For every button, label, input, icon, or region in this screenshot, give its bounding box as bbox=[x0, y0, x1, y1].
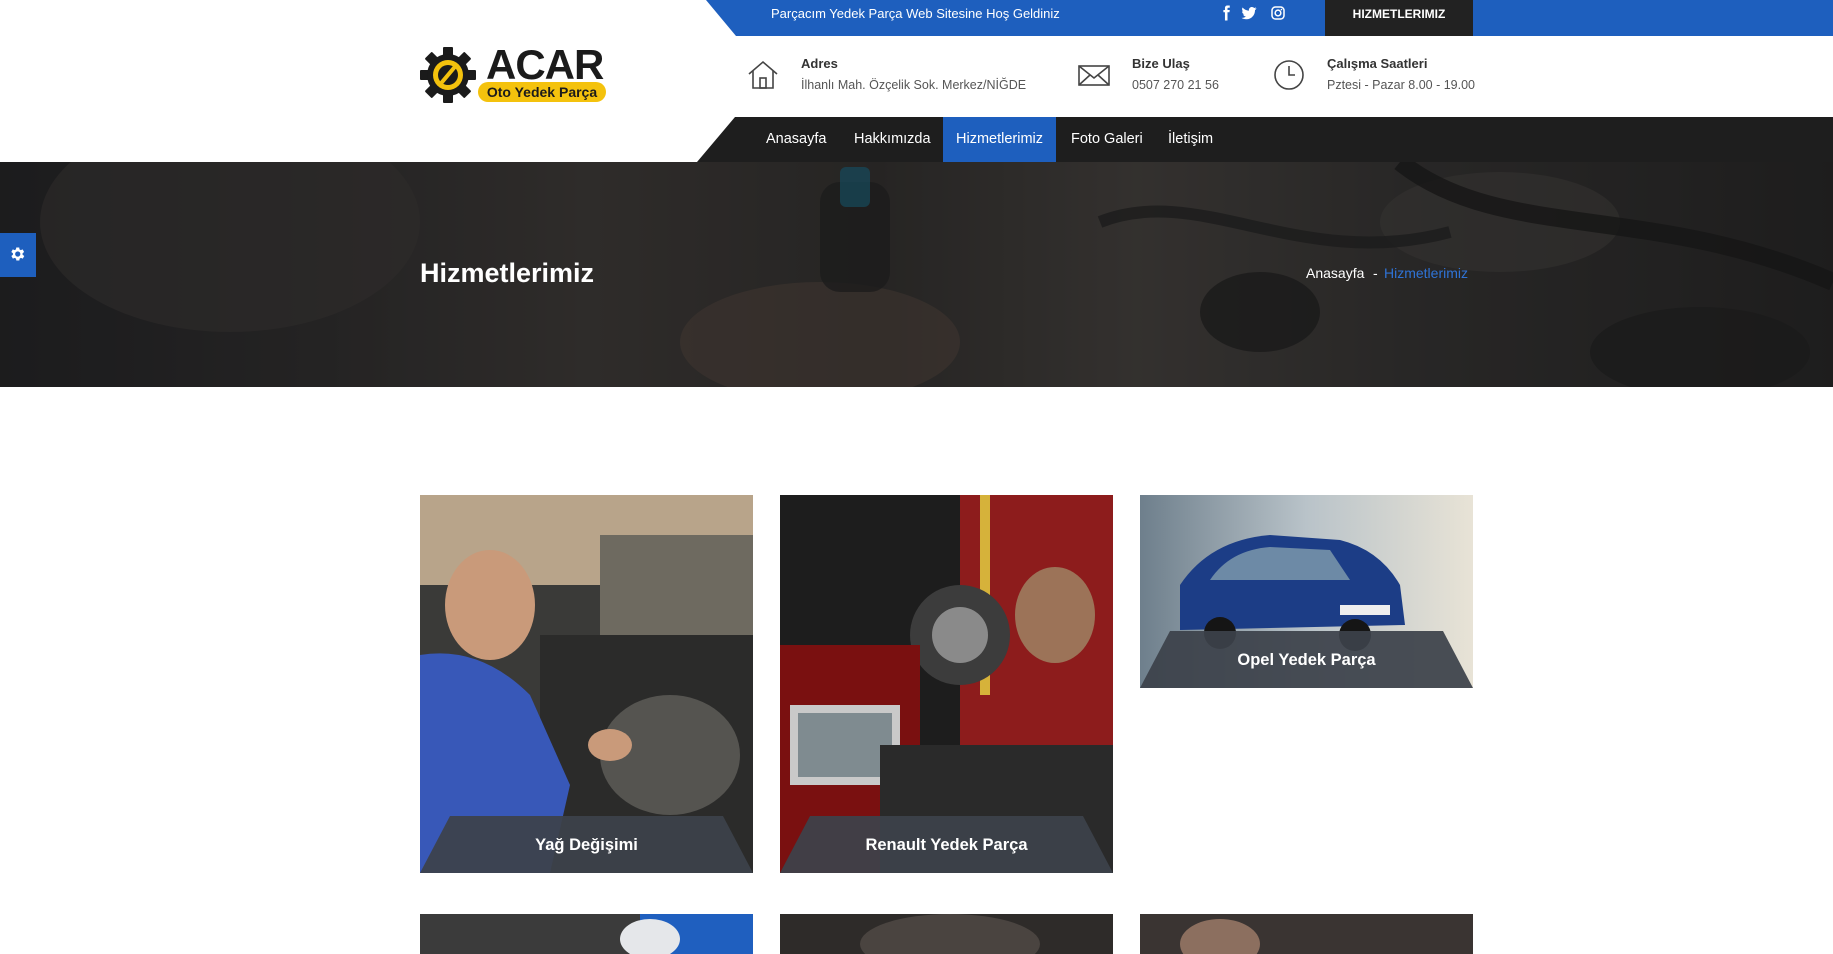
twitter-icon[interactable] bbox=[1240, 4, 1258, 22]
nav-iletisim[interactable]: İletişim bbox=[1155, 117, 1226, 162]
phone-value[interactable]: 0507 270 21 56 bbox=[1132, 78, 1219, 92]
page-title: Hizmetlerimiz bbox=[420, 258, 595, 288]
nav-foto-galeri[interactable]: Foto Galeri bbox=[1058, 117, 1156, 162]
nav-anasayfa[interactable]: Anasayfa bbox=[753, 117, 839, 162]
instagram-icon[interactable] bbox=[1269, 4, 1287, 22]
contact-label: Bize Ulaş bbox=[1132, 56, 1190, 71]
home-icon bbox=[746, 58, 780, 92]
service-photo bbox=[1140, 914, 1473, 954]
service-photo bbox=[780, 914, 1113, 954]
settings-button[interactable] bbox=[0, 233, 36, 277]
services-cta-button[interactable]: HIZMETLERIMIZ bbox=[1325, 0, 1473, 36]
page-hero: Hizmetlerimiz Anasayfa - Hizmetlerimiz bbox=[0, 162, 1833, 387]
service-card-opel-yedek-parca[interactable]: Opel Yedek Parça bbox=[1140, 495, 1473, 688]
welcome-text: Parçacım Yedek Parça Web Sitesine Hoş Ge… bbox=[771, 6, 1060, 21]
service-photo bbox=[420, 914, 753, 954]
breadcrumb-current: Hizmetlerimiz bbox=[1384, 265, 1468, 281]
hours-value: Pztesi - Pazar 8.00 - 19.00 bbox=[1327, 78, 1475, 92]
service-label: Opel Yedek Parça bbox=[1140, 631, 1473, 688]
service-card-4[interactable] bbox=[420, 914, 753, 954]
gear-logo-icon bbox=[420, 47, 476, 103]
logo-title: ACAR bbox=[486, 41, 604, 88]
hours-label: Çalışma Saatleri bbox=[1327, 56, 1428, 71]
service-label: Renault Yedek Parça bbox=[780, 816, 1113, 873]
service-card-5[interactable] bbox=[780, 914, 1113, 954]
breadcrumb-separator: - bbox=[1373, 265, 1378, 281]
facebook-icon[interactable] bbox=[1217, 4, 1235, 22]
clock-icon bbox=[1272, 58, 1306, 92]
nav-hakkimizda[interactable]: Hakkımızda bbox=[841, 117, 944, 162]
site-logo[interactable]: ACAR Oto Yedek Parça bbox=[420, 40, 610, 110]
mail-icon bbox=[1077, 58, 1111, 92]
nav-hizmetlerimiz[interactable]: Hizmetlerimiz bbox=[943, 117, 1056, 162]
service-card-yag-degisimi[interactable]: Yağ Değişimi bbox=[420, 495, 753, 873]
service-card-6[interactable] bbox=[1140, 914, 1473, 954]
service-card-renault-yedek-parca[interactable]: Renault Yedek Parça bbox=[780, 495, 1113, 873]
service-label: Yağ Değişimi bbox=[420, 816, 753, 873]
gear-icon bbox=[11, 247, 25, 261]
address-value: İlhanlı Mah. Özçelik Sok. Merkez/NİĞDE bbox=[801, 78, 1027, 92]
breadcrumb-home[interactable]: Anasayfa bbox=[1306, 265, 1364, 281]
address-label: Adres bbox=[801, 56, 838, 71]
logo-subtitle: Oto Yedek Parça bbox=[478, 82, 606, 102]
